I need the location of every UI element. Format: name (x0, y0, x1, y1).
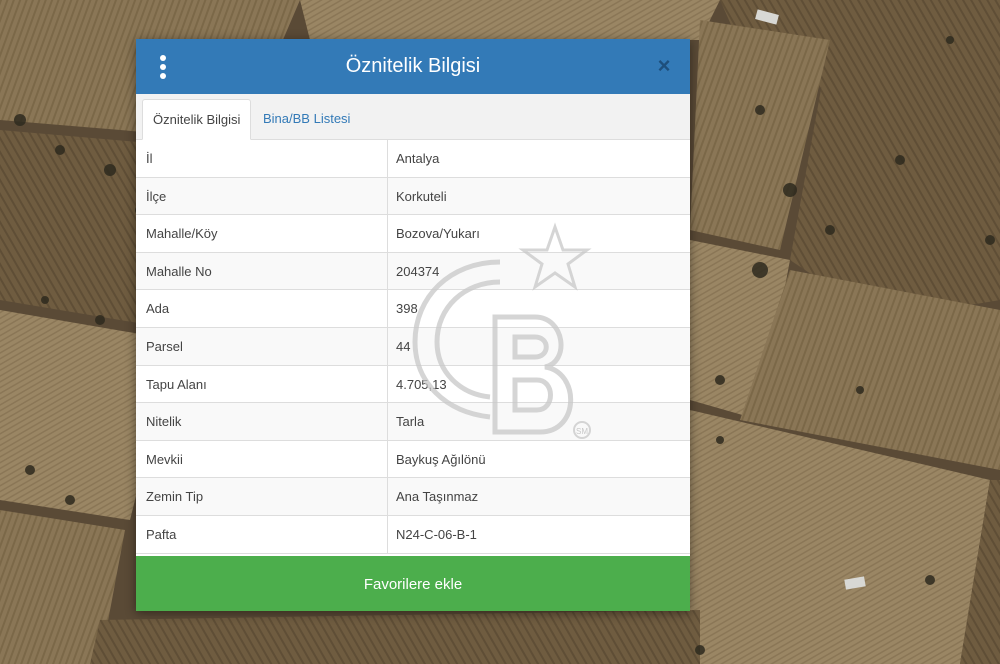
attribute-key: Mahalle/Köy (146, 226, 218, 242)
column-divider (387, 327, 388, 365)
table-row: Pafta N24-C-06-B-1 (136, 515, 690, 554)
attribute-key: Zemin Tip (146, 489, 204, 505)
attribute-value: Bozova/Yukarı (396, 226, 480, 242)
dialog-title: Öznitelik Bilgisi (345, 55, 481, 77)
attribute-key: Nitelik (146, 414, 182, 430)
column-divider (387, 177, 388, 215)
attribute-key: Pafta (146, 526, 177, 542)
column-divider (387, 365, 388, 403)
attribute-value: Antalya (396, 151, 440, 166)
attribute-key: Parsel (146, 338, 183, 354)
table-row: Nitelik Tarla (136, 403, 690, 441)
table-row: Mahalle No 204374 (136, 252, 690, 291)
attribute-value: Baykuş Ağılönü (396, 451, 486, 467)
table-row: Zemin Tip Ana Taşınmaz (136, 478, 690, 516)
column-divider (387, 440, 388, 478)
attribute-value: Korkuteli (396, 188, 447, 204)
tab-bar: Öznitelik Bilgisi Bina/BB Listesi (136, 94, 690, 140)
table-row: Mevkii Baykuş Ağılönü (136, 440, 690, 479)
table-row: İlçe Korkuteli (136, 177, 690, 216)
attribute-value: 204374 (396, 263, 440, 279)
tab-attribute-info[interactable]: Öznitelik Bilgisi (142, 99, 252, 140)
column-divider (387, 478, 388, 515)
attribute-key: Ada (146, 301, 170, 317)
column-divider (387, 140, 388, 177)
attribute-key: Tapu Alanı (146, 376, 207, 392)
column-divider (387, 252, 388, 290)
attribute-value: 398 (396, 301, 418, 317)
table-row: İl Antalya (136, 140, 690, 178)
attribute-key: İlçe (146, 188, 167, 204)
attribute-key: İl (146, 151, 153, 166)
attribute-info-dialog: Öznitelik Bilgisi × Öznitelik Bilgisi Bi… (136, 39, 690, 611)
attribute-value: N24-C-06-B-1 (396, 526, 477, 542)
table-row: Tapu Alanı 4.705,13 (136, 365, 690, 404)
dialog-header: Öznitelik Bilgisi × (136, 39, 690, 94)
attribute-key: Mahalle No (146, 263, 212, 279)
attribute-value: Ana Taşınmaz (396, 489, 479, 505)
column-divider (387, 290, 388, 327)
table-row: Parsel 44 (136, 327, 690, 366)
attribute-key: Mevkii (146, 451, 183, 467)
attribute-value: 44 (396, 338, 411, 354)
column-divider (387, 403, 388, 440)
column-divider (387, 515, 388, 553)
add-to-favorites-button[interactable]: Favorilere ekle (136, 556, 690, 611)
column-divider (387, 215, 388, 252)
attribute-table: İl Antalya İlçe Korkuteli Mahalle/Köy Bozova/… (136, 140, 690, 554)
table-row: Ada 398 (136, 290, 690, 328)
attribute-value: Tarla (396, 414, 425, 430)
attribute-value: 4.705,13 (396, 376, 447, 392)
tab-building-list[interactable]: Bina/BB Listesi (253, 99, 360, 140)
close-icon[interactable]: × (652, 54, 676, 78)
table-row: Mahalle/Köy Bozova/Yukarı (136, 215, 690, 253)
